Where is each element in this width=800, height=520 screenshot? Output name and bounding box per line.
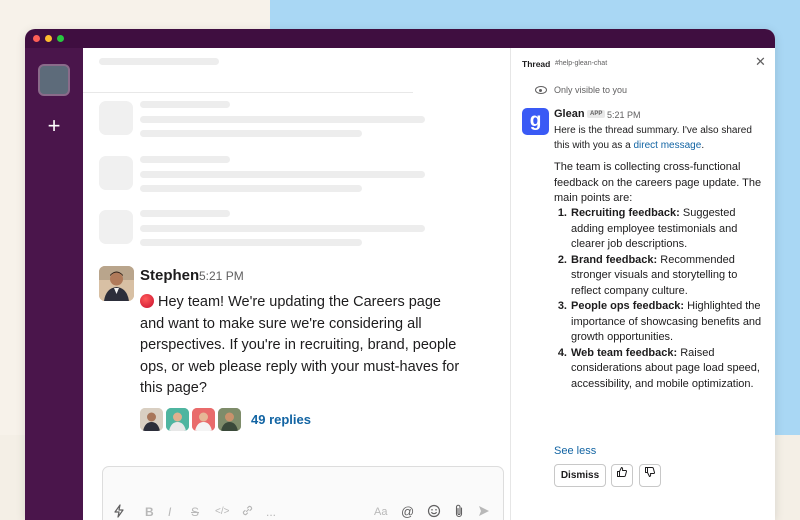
message-input[interactable] [113,473,493,495]
list-number: 4. [557,346,567,359]
bold-icon[interactable]: B [145,504,154,520]
thumbs-down-button[interactable] [639,464,661,487]
strikethrough-icon[interactable]: S [191,504,199,520]
skeleton-avatar [99,210,133,244]
code-icon[interactable]: </> [215,504,229,520]
list-number: 1. [557,207,567,219]
thread-title: Thread [522,59,551,69]
message-text: Hey team! We're updating the Careers pag… [140,292,460,400]
thumbs-up-icon [617,467,628,477]
thread-replies[interactable]: 49 replies [140,407,311,431]
bot-intro: Here is the thread summary. I've also sh… [554,124,764,153]
reply-avatar [166,407,189,431]
point-title: Brand feedback: [571,253,658,266]
more-formatting-icon[interactable]: ... [266,504,276,520]
app-badge: APP [587,110,606,118]
mention-icon[interactable]: @ [401,504,414,520]
reply-avatar [192,407,215,431]
skeleton-line [140,171,425,178]
italic-icon[interactable]: I [168,504,171,520]
app-window: + Stephen 5:21 PM Hey team! We're updati… [25,29,775,520]
list-item: 4. Web team feedback: Raised considerati… [554,346,769,393]
skeleton-line [140,210,230,217]
title-bar [25,29,775,48]
emoji-icon[interactable] [427,504,441,520]
add-workspace-icon[interactable]: + [44,115,64,137]
list-number: 2. [557,253,567,266]
shortcuts-icon[interactable] [113,504,125,520]
skeleton-line [140,130,362,137]
skeleton-avatar [99,101,133,135]
glean-logo-icon[interactable]: g [522,108,549,135]
thumbs-down-icon [645,467,656,477]
text-format-icon[interactable]: Aa [374,504,387,520]
maximize-window-button[interactable] [57,35,64,42]
point-title: People ops feedback: [571,300,685,312]
channel-pane: Stephen 5:21 PM Hey team! We're updating… [83,48,510,520]
thread-panel: Thread #help-glean-chat ✕ Only visible t… [510,48,775,520]
divider [83,92,413,93]
skeleton-line [140,225,425,232]
summary-text: The team is collecting cross-functional … [554,161,762,204]
send-icon[interactable] [477,504,491,520]
list-item: 3. People ops feedback: Highlighted the … [554,299,769,346]
skeleton-line [99,58,219,65]
visibility-note: Only visible to you [535,85,627,95]
summary-points: 1. Recruiting feedback: Suggested adding… [554,206,769,392]
workspace-icon[interactable] [38,64,70,96]
skeleton-avatar [99,156,133,190]
eye-icon [535,86,547,94]
workspace-sidebar: + [25,48,83,520]
skeleton-line [140,101,230,108]
reply-avatar [218,407,241,431]
list-item: 1. Recruiting feedback: Suggested adding… [554,206,769,253]
close-icon[interactable]: ✕ [755,54,766,70]
close-window-button[interactable] [33,35,40,42]
message-composer: B I S </> ... Aa @ [102,466,504,520]
skeleton-line [140,239,362,246]
bot-message-time[interactable]: 5:21 PM [607,110,641,120]
skeleton-line [140,185,362,192]
list-number: 3. [557,300,567,312]
attach-icon[interactable] [454,504,464,520]
bot-name[interactable]: Glean [554,108,585,120]
intro-suffix: . [701,139,705,151]
thumbs-up-button[interactable] [611,464,633,487]
skeleton-line [140,116,425,123]
red-circle-icon [140,294,154,308]
link-icon[interactable] [241,504,254,520]
dismiss-button[interactable]: Dismiss [554,464,606,487]
message-time[interactable]: 5:21 PM [199,269,244,283]
reply-avatar [140,407,163,431]
see-less-link[interactable]: See less [554,445,596,457]
direct-message-link[interactable]: direct message [634,140,702,151]
avatar[interactable] [99,266,134,301]
point-title: Web team feedback: [571,346,678,359]
thread-channel-link[interactable]: #help-glean-chat [555,60,607,67]
list-item: 2. Brand feedback: Recommended stronger … [554,253,769,300]
message-body: Hey team! We're updating the Careers pag… [140,294,460,396]
skeleton-line [140,156,230,163]
point-title: Recruiting feedback: [571,207,680,219]
message-author[interactable]: Stephen [140,267,199,284]
minimize-window-button[interactable] [45,35,52,42]
thread-header: Thread #help-glean-chat ✕ [511,48,775,78]
replies-count-link[interactable]: 49 replies [251,412,311,427]
visibility-text: Only visible to you [554,85,628,95]
